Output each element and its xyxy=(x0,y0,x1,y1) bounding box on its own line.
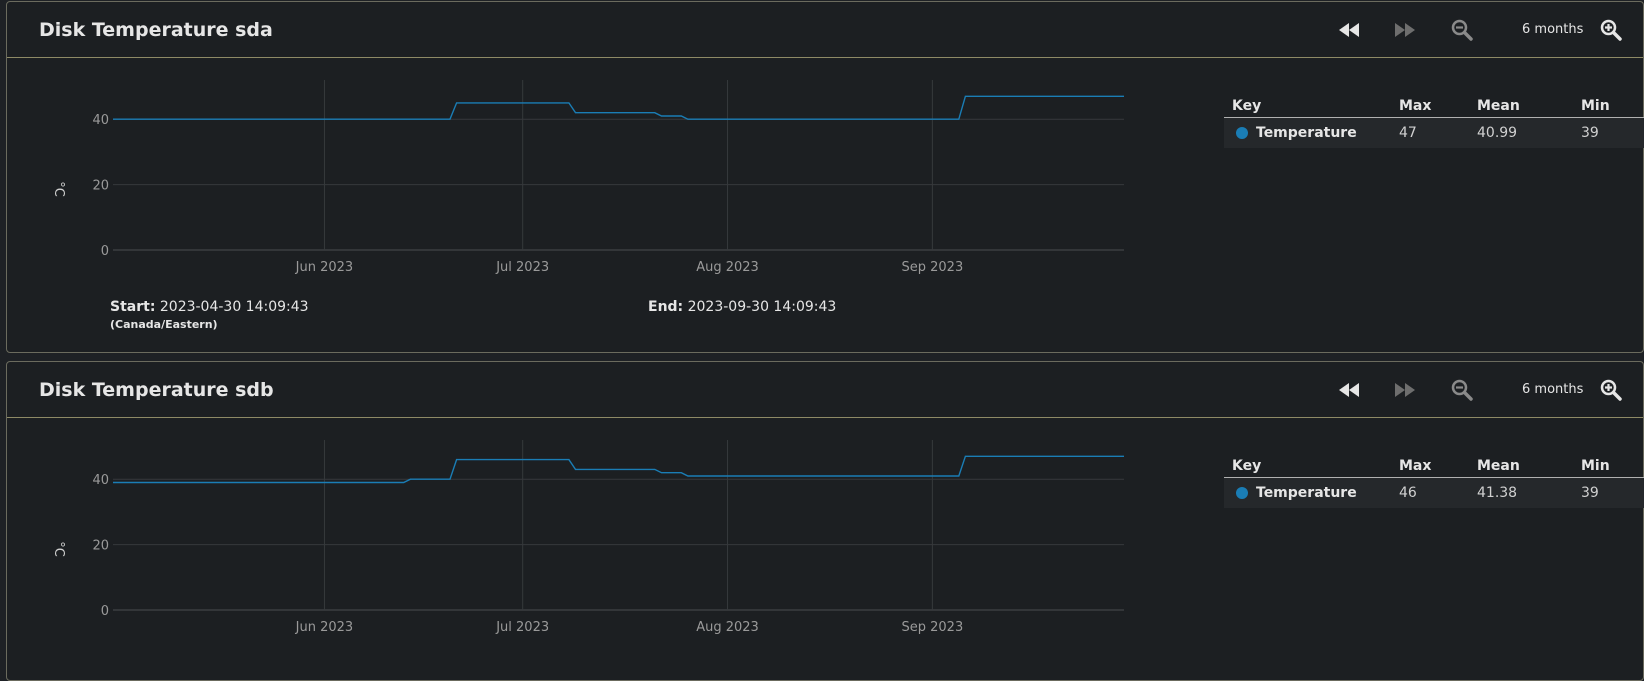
legend-series-name: Temperature xyxy=(1256,125,1357,141)
series-color-dot xyxy=(1236,487,1248,499)
start-value: 2023-04-30 14:09:43 xyxy=(159,299,309,315)
fast-forward-icon[interactable] xyxy=(1390,16,1420,44)
panel-title: Disk Temperature sda xyxy=(39,19,273,41)
chart-panel-sdb: Disk Temperature sdb 6 months 0 20 40 Jun 2… xyxy=(6,361,1644,681)
x-tick-label: Sep 2023 xyxy=(902,620,964,635)
x-tick-label: Jun 2023 xyxy=(295,260,354,275)
legend-min-value: 39 xyxy=(1581,125,1599,141)
range-label: 6 months xyxy=(1522,382,1584,397)
rewind-icon[interactable] xyxy=(1334,376,1364,404)
temperature-chart: 0 20 40 Jun 2023 Jul 2023 Aug 2023 Sep 2023 °C xyxy=(51,80,1124,275)
end-value: 2023-09-30 14:09:43 xyxy=(687,299,837,315)
zoom-out-icon[interactable] xyxy=(1447,16,1477,44)
series-line-temperature xyxy=(113,455,1124,484)
y-tick-label: 20 xyxy=(92,539,109,554)
temperature-chart: 0 20 40 Jun 2023 Jul 2023 Aug 2023 Sep 2023 °C xyxy=(51,440,1124,635)
x-tick-label: Aug 2023 xyxy=(696,620,759,635)
start-label: Start: xyxy=(110,299,156,315)
legend-mean-value: 40.99 xyxy=(1477,125,1518,141)
panel-header: Disk Temperature sdb 6 months xyxy=(7,362,1643,418)
end-label: End: xyxy=(648,299,684,315)
start-time: Start: 2023-04-30 14:09:43 xyxy=(110,299,309,315)
legend-key-header: Key xyxy=(1232,458,1262,474)
chart-panel-sda: Disk Temperature sda 6 months 0 20 40 Jun 2… xyxy=(6,1,1644,353)
legend-min-header: Min xyxy=(1581,98,1610,114)
panel-title: Disk Temperature sdb xyxy=(39,379,274,401)
x-tick-label: Jul 2023 xyxy=(495,620,549,635)
legend-max-header: Max xyxy=(1399,98,1432,114)
panel-header: Disk Temperature sda 6 months xyxy=(7,2,1643,58)
range-label: 6 months xyxy=(1522,22,1584,37)
end-time: End: 2023-09-30 14:09:43 xyxy=(648,299,836,315)
legend-header: Key Max Mean Min xyxy=(1224,456,1644,478)
fast-forward-icon[interactable] xyxy=(1390,376,1420,404)
zoom-in-icon[interactable] xyxy=(1596,16,1626,44)
y-tick-label: 40 xyxy=(92,113,109,128)
x-tick-label: Aug 2023 xyxy=(696,260,759,275)
zoom-out-icon[interactable] xyxy=(1447,376,1477,404)
legend-row: Temperature 46 41.38 39 xyxy=(1224,478,1644,508)
legend-mean-header: Mean xyxy=(1477,98,1520,114)
legend-max-value: 46 xyxy=(1399,485,1417,501)
series-line-temperature xyxy=(113,95,1124,120)
legend-row: Temperature 47 40.99 39 xyxy=(1224,118,1644,148)
legend-mean-value: 41.38 xyxy=(1477,485,1518,501)
chart-legend: Key Max Mean Min Temperature 46 41.38 39 xyxy=(1224,456,1644,508)
y-tick-label: 0 xyxy=(101,244,109,259)
y-axis-label: °C xyxy=(51,181,66,197)
legend-min-header: Min xyxy=(1581,458,1610,474)
legend-series-name: Temperature xyxy=(1256,485,1357,501)
y-tick-label: 40 xyxy=(92,473,109,488)
rewind-icon[interactable] xyxy=(1334,16,1364,44)
y-tick-label: 20 xyxy=(92,179,109,194)
legend-mean-header: Mean xyxy=(1477,458,1520,474)
chart-legend: Key Max Mean Min Temperature 47 40.99 39 xyxy=(1224,96,1644,148)
x-tick-label: Jun 2023 xyxy=(295,620,354,635)
legend-header: Key Max Mean Min xyxy=(1224,96,1644,118)
x-tick-label: Jul 2023 xyxy=(495,260,549,275)
legend-min-value: 39 xyxy=(1581,485,1599,501)
y-tick-label: 0 xyxy=(101,604,109,619)
timezone-label: (Canada/Eastern) xyxy=(110,318,218,331)
legend-max-value: 47 xyxy=(1399,125,1417,141)
zoom-in-icon[interactable] xyxy=(1596,376,1626,404)
y-axis-label: °C xyxy=(51,541,66,557)
x-tick-label: Sep 2023 xyxy=(902,260,964,275)
legend-key-header: Key xyxy=(1232,98,1262,114)
series-color-dot xyxy=(1236,127,1248,139)
legend-max-header: Max xyxy=(1399,458,1432,474)
